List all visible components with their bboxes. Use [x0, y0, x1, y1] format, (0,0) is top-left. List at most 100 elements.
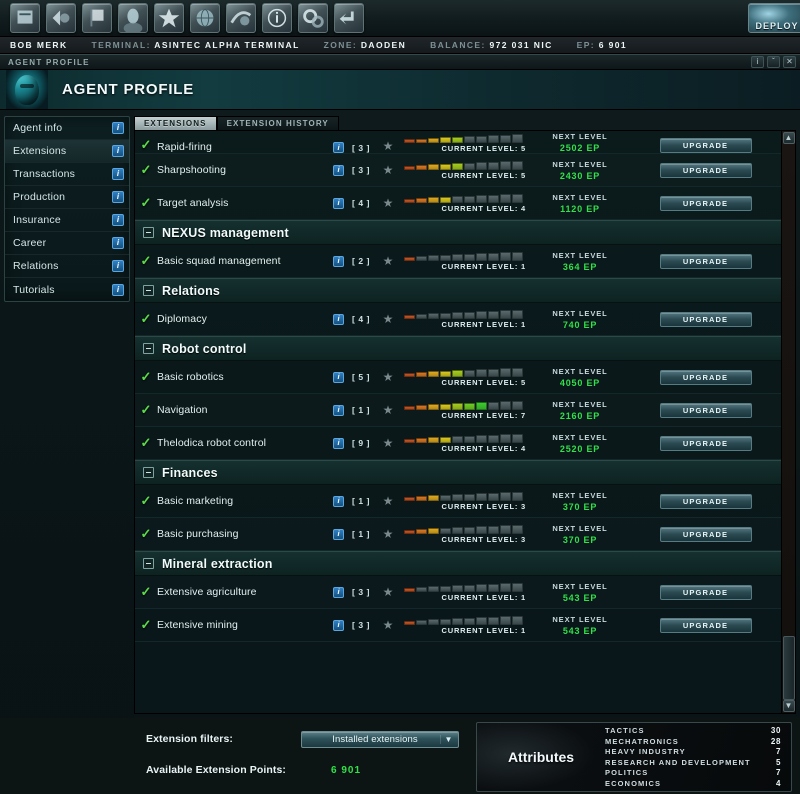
flag-icon[interactable] [82, 3, 112, 33]
info-icon[interactable]: i [112, 168, 124, 180]
section-header[interactable]: NEXUS management [135, 220, 781, 245]
upgrade-button[interactable]: UPGRADE [659, 138, 752, 153]
sidebar-item-relations[interactable]: Relations i [5, 255, 129, 278]
extension-row[interactable]: ✓ Basic marketing i [ 1 ] ★ CURRENT LEVEL: 3 N… [135, 485, 781, 518]
info-icon[interactable]: i [112, 145, 124, 157]
scroll-track[interactable] [782, 144, 795, 700]
sidebar-item-insurance[interactable]: Insurance i [5, 209, 129, 232]
level-segment [464, 493, 475, 501]
extension-row[interactable]: ✓ Sharpshooting i [ 3 ] ★ CURRENT LEVEL: 5 NEX… [135, 154, 781, 187]
info-icon[interactable]: i [333, 404, 344, 416]
info-icon[interactable]: i [112, 237, 124, 249]
collapse-icon[interactable] [143, 467, 154, 478]
scroll-up-icon[interactable]: ▲ [782, 132, 795, 144]
info-icon[interactable]: i [333, 619, 344, 631]
scroll-thumb[interactable] [782, 636, 795, 700]
star-icon[interactable]: ★ [378, 163, 398, 177]
extension-row[interactable]: ✓ Diplomacy i [ 4 ] ★ CURRENT LEVEL: 1 NEXT LE… [135, 303, 781, 336]
window-close-icon[interactable]: ✕ [783, 56, 796, 68]
info-icon[interactable]: i [333, 313, 344, 325]
info-icon[interactable]: i [333, 164, 344, 176]
upgrade-button[interactable]: UPGRADE [659, 162, 752, 178]
collapse-icon[interactable] [143, 285, 154, 296]
extension-row[interactable]: ✓ Extensive mining i [ 3 ] ★ CURRENT LEVEL: 1… [135, 609, 781, 642]
collapse-icon[interactable] [143, 343, 154, 354]
info-icon[interactable]: i [333, 586, 344, 598]
collapse-icon[interactable] [143, 227, 154, 238]
sidebar-item-tutorials[interactable]: Tutorials i [5, 278, 129, 301]
upgrade-button[interactable]: UPGRADE [659, 253, 752, 269]
tab-extension-history[interactable]: EXTENSION HISTORY [216, 116, 339, 130]
sidebar-item-production[interactable]: Production i [5, 186, 129, 209]
section-header[interactable]: Finances [135, 460, 781, 485]
extension-row[interactable]: ✓ Target analysis i [ 4 ] ★ CURRENT LEVEL: 4 N… [135, 187, 781, 220]
extension-row[interactable]: ✓ Basic robotics i [ 5 ] ★ CURRENT LEVEL: 5 NE… [135, 361, 781, 394]
info-icon[interactable]: i [112, 214, 124, 226]
star-icon[interactable]: ★ [378, 527, 398, 541]
info-icon[interactable]: i [112, 122, 124, 134]
undock-icon[interactable] [334, 3, 364, 33]
sidebar-item-transactions[interactable]: Transactions i [5, 163, 129, 186]
cargo-icon[interactable] [46, 3, 76, 33]
extension-filter-select[interactable]: Installed extensions ▼ [301, 730, 459, 748]
sidebar-item-extensions[interactable]: Extensions i [5, 140, 129, 163]
tab-extensions[interactable]: EXTENSIONS [134, 116, 217, 130]
info-icon[interactable]: i [333, 437, 344, 449]
star-icon[interactable]: ★ [378, 312, 398, 326]
window-icon[interactable] [10, 3, 40, 33]
upgrade-button[interactable]: UPGRADE [659, 195, 752, 211]
star-icon[interactable]: ★ [378, 436, 398, 450]
window-minimize-icon[interactable]: ˇ [767, 56, 780, 68]
collapse-icon[interactable] [143, 558, 154, 569]
star-icon[interactable] [154, 3, 184, 33]
extension-row[interactable]: ✓ Thelodica robot control i [ 9 ] ★ CURRENT L… [135, 427, 781, 460]
info-icon[interactable]: i [333, 528, 344, 540]
extension-row[interactable]: ✓ Rapid-firing i [ 3 ] ★ CURRENT LEVEL: 5 NEXT… [135, 131, 781, 154]
level-segment [512, 309, 523, 319]
upgrade-button[interactable]: UPGRADE [659, 584, 752, 600]
star-icon[interactable]: ★ [378, 196, 398, 210]
info-icon[interactable]: i [112, 191, 124, 203]
extension-row[interactable]: ✓ Basic purchasing i [ 1 ] ★ CURRENT LEVEL: 3… [135, 518, 781, 551]
star-icon[interactable]: ★ [378, 403, 398, 417]
upgrade-button[interactable]: UPGRADE [659, 617, 752, 633]
agent-icon[interactable] [118, 3, 148, 33]
deploy-button[interactable]: DEPLOY [748, 3, 800, 33]
info-icon[interactable]: i [112, 283, 124, 296]
upgrade-button[interactable]: UPGRADE [659, 526, 752, 542]
globe-icon[interactable] [190, 3, 220, 33]
upgrade-button[interactable]: UPGRADE [659, 402, 752, 418]
info-icon[interactable]: i [333, 371, 344, 383]
upgrade-button[interactable]: UPGRADE [659, 435, 752, 451]
section-header[interactable]: Robot control [135, 336, 781, 361]
info-icon[interactable]: i [333, 255, 344, 267]
info-icon[interactable] [262, 3, 292, 33]
star-icon[interactable]: ★ [378, 139, 398, 153]
sidebar-item-career[interactable]: Career i [5, 232, 129, 255]
page-title: AGENT PROFILE [62, 81, 195, 98]
window-titlebar[interactable]: AGENT PROFILE i ˇ ✕ [0, 55, 800, 70]
info-icon[interactable]: i [333, 142, 344, 153]
star-icon[interactable]: ★ [378, 494, 398, 508]
extension-row[interactable]: ✓ Basic squad management i [ 2 ] ★ CURRENT LE… [135, 245, 781, 278]
star-icon[interactable]: ★ [378, 618, 398, 632]
scroll-down-icon[interactable]: ▼ [782, 700, 795, 712]
star-icon[interactable]: ★ [378, 585, 398, 599]
upgrade-button[interactable]: UPGRADE [659, 493, 752, 509]
production-icon[interactable] [298, 3, 328, 33]
sidebar-item-agent-info[interactable]: Agent info i [5, 117, 129, 140]
info-icon[interactable]: i [333, 197, 344, 209]
info-icon[interactable]: i [333, 495, 344, 507]
info-icon[interactable]: i [112, 260, 124, 272]
star-icon[interactable]: ★ [378, 254, 398, 268]
extension-row[interactable]: ✓ Extensive agriculture i [ 3 ] ★ CURRENT LEV… [135, 576, 781, 609]
upgrade-button[interactable]: UPGRADE [659, 369, 752, 385]
window-info-icon[interactable]: i [751, 56, 764, 68]
scrollbar[interactable]: ▲ ▼ [781, 131, 795, 713]
upgrade-button[interactable]: UPGRADE [659, 311, 752, 327]
section-header[interactable]: Relations [135, 278, 781, 303]
extension-row[interactable]: ✓ Navigation i [ 1 ] ★ CURRENT LEVEL: 7 NEXT L… [135, 394, 781, 427]
market-icon[interactable] [226, 3, 256, 33]
section-header[interactable]: Mineral extraction [135, 551, 781, 576]
star-icon[interactable]: ★ [378, 370, 398, 384]
